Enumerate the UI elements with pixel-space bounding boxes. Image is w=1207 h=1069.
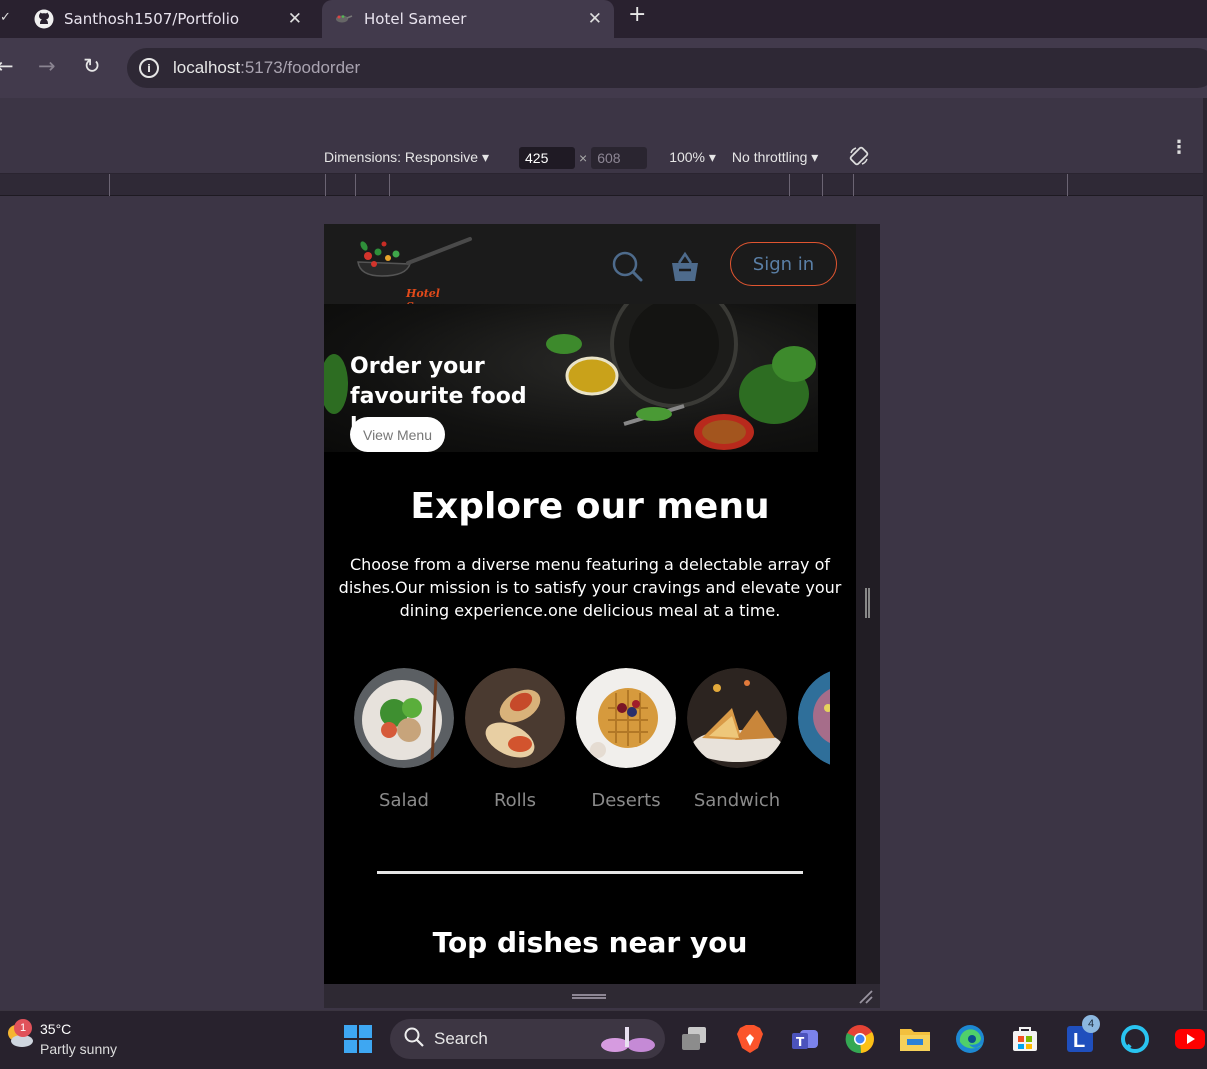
zoom-select[interactable]: 100% ▾ xyxy=(669,149,716,166)
width-input[interactable]: 425 xyxy=(519,146,575,169)
svg-text:L: L xyxy=(1073,1030,1085,1052)
tab-hotel-sameer[interactable]: Hotel Sameer ✕ xyxy=(322,0,614,38)
svg-text:T: T xyxy=(796,1035,805,1049)
tab-search-chevron-icon[interactable]: ✓ xyxy=(0,10,11,25)
store-icon[interactable] xyxy=(1009,1023,1041,1055)
menu-label: Rolls xyxy=(493,790,537,811)
rotate-icon[interactable] xyxy=(848,145,870,170)
sign-in-button[interactable]: Sign in xyxy=(730,242,837,286)
hotel-logo[interactable]: Hotel Sameer xyxy=(354,234,474,313)
new-tab-icon[interactable]: + xyxy=(628,2,646,27)
forward-icon[interactable]: → xyxy=(38,54,56,78)
menu-item-salad[interactable]: Salad xyxy=(352,668,459,811)
site-info-icon[interactable]: i xyxy=(139,58,159,78)
search-highlight-icon xyxy=(597,1025,659,1058)
menu-label: Sandwich xyxy=(693,790,781,811)
rolls-image xyxy=(465,668,565,768)
explore-description: Choose from a diverse menu featuring a d… xyxy=(338,555,842,620)
basket-icon[interactable] xyxy=(670,251,700,287)
tab-portfolio[interactable]: Santhosh1507/Portfolio ✕ xyxy=(24,0,314,38)
viewport-resize-handle-right[interactable] xyxy=(856,224,880,984)
resize-grip-icon xyxy=(572,994,606,999)
weather-temp: 35°C xyxy=(40,1021,72,1037)
menu-item-sandwich[interactable]: Sandwich xyxy=(682,668,792,811)
device-toolbar: Dimensions: Responsive ▾ 425 × 608 100% … xyxy=(0,98,1207,174)
explore-title: Explore our menu xyxy=(410,486,770,527)
menu-label: C xyxy=(793,790,830,811)
url-text: localhost:5173/foodorder xyxy=(173,58,361,77)
windows-taskbar: 1 35°C Partly sunny Search T L 4 xyxy=(0,1010,1207,1069)
address-bar[interactable]: i localhost:5173/foodorder xyxy=(127,48,1207,88)
close-tab-icon[interactable]: ✕ xyxy=(288,9,302,29)
site-favicon-icon xyxy=(334,9,354,29)
close-tab-icon[interactable]: ✕ xyxy=(588,9,602,29)
github-icon xyxy=(34,9,54,29)
times-icon: × xyxy=(579,149,588,166)
teams-icon[interactable]: T xyxy=(789,1023,821,1055)
top-dishes-title: Top dishes near you xyxy=(432,926,748,959)
throttling-select[interactable]: No throttling ▾ xyxy=(732,149,818,166)
tab-title: Santhosh1507/Portfolio xyxy=(64,10,240,28)
cake-image xyxy=(798,668,830,768)
youtube-icon[interactable] xyxy=(1174,1023,1206,1055)
taskbar-search[interactable]: Search xyxy=(390,1019,665,1059)
menu-item-deserts[interactable]: Deserts xyxy=(571,668,681,811)
corner-resize-icon[interactable] xyxy=(858,989,874,1009)
windows-start-icon[interactable] xyxy=(342,1023,374,1055)
menu-label: Salad xyxy=(379,790,429,811)
site-navbar: Hotel Sameer Sign in xyxy=(324,224,856,313)
resize-grip-icon xyxy=(865,588,870,618)
sandwich-image xyxy=(687,668,787,768)
alexa-icon[interactable] xyxy=(1119,1023,1151,1055)
view-menu-button[interactable]: View Menu xyxy=(350,417,445,452)
height-input[interactable]: 608 xyxy=(591,146,648,169)
menu-item-cake[interactable]: C xyxy=(793,668,830,811)
partly-sunny-icon xyxy=(4,1025,34,1053)
tab-strip: ✓ Santhosh1507/Portfolio ✕ Hotel Sameer … xyxy=(0,0,1207,38)
l-app-badge: 4 xyxy=(1082,1015,1100,1033)
right-edge xyxy=(1203,98,1207,1010)
weather-badge: 1 xyxy=(14,1019,32,1037)
brave-browser-icon[interactable] xyxy=(734,1023,766,1055)
edge-icon[interactable] xyxy=(954,1023,986,1055)
media-query-ruler xyxy=(0,174,1203,196)
more-options-icon[interactable]: ⋮ xyxy=(1170,139,1188,157)
back-icon[interactable]: ← xyxy=(0,54,14,78)
deserts-image xyxy=(576,668,676,768)
task-view-icon[interactable] xyxy=(678,1023,710,1055)
l-app-icon[interactable]: L 4 xyxy=(1064,1015,1100,1055)
salad-image xyxy=(354,668,454,768)
search-label: Search xyxy=(434,1029,488,1048)
browser-toolbar: ← → ↻ i localhost:5173/foodorder xyxy=(0,38,1207,98)
tab-title: Hotel Sameer xyxy=(364,10,467,28)
section-divider xyxy=(377,871,803,874)
emulated-viewport: Hotel Sameer Sign in Order your favourit… xyxy=(324,224,856,984)
chrome-icon[interactable] xyxy=(844,1023,876,1055)
hero-banner: Order your favourite food here View Menu xyxy=(324,304,818,452)
search-icon xyxy=(404,1027,424,1052)
menu-category-list[interactable]: Salad Rolls Deserts Sandwich C xyxy=(352,668,830,818)
weather-widget[interactable]: 1 35°C Partly sunny xyxy=(4,1019,117,1057)
viewport-resize-handle-bottom[interactable] xyxy=(324,984,880,1008)
file-explorer-icon[interactable] xyxy=(899,1023,931,1055)
menu-item-rolls[interactable]: Rolls xyxy=(460,668,570,811)
weather-condition: Partly sunny xyxy=(40,1041,118,1057)
menu-label: Deserts xyxy=(591,790,661,811)
search-icon[interactable] xyxy=(612,251,644,287)
reload-icon[interactable]: ↻ xyxy=(83,54,101,78)
dimensions-select[interactable]: Dimensions: Responsive ▾ xyxy=(324,149,489,166)
